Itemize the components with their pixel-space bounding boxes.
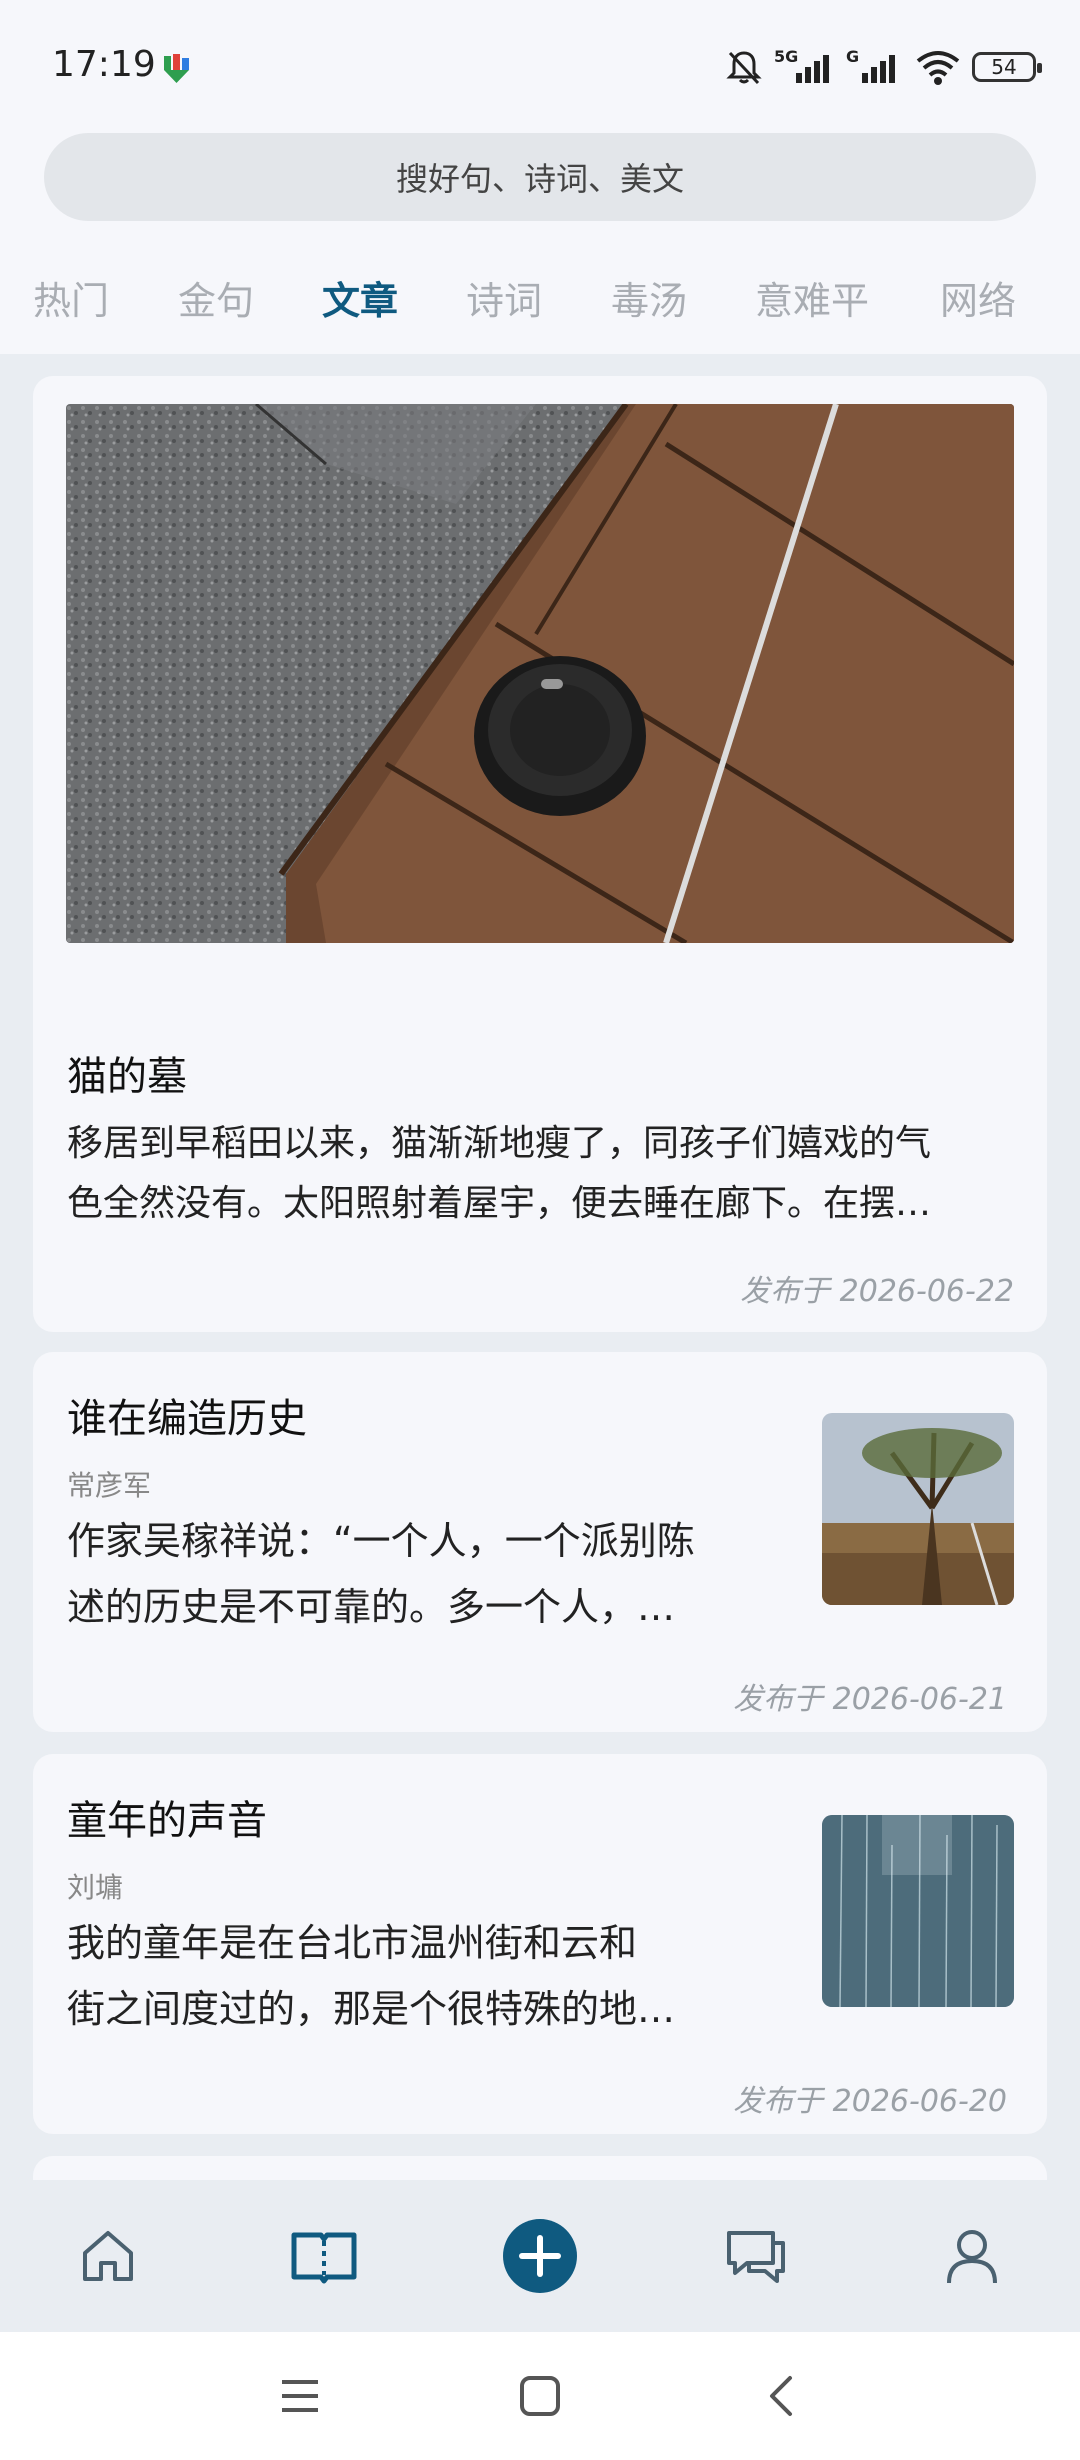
- battery-icon: 54: [972, 52, 1042, 82]
- article-excerpt: 我的童年是在台北市温州街和云和 街之间度过的，那是个很特殊的地…: [67, 1921, 676, 2031]
- category-tabs: 热门 金句 文章 诗词 毒汤 意难平 网络: [0, 270, 1080, 340]
- nav-messages[interactable]: [696, 2180, 816, 2332]
- search-input[interactable]: 搜好句、诗词、美文: [44, 133, 1036, 221]
- article-title: 谁在编造历史: [67, 1396, 307, 1442]
- mute-bell-icon: [726, 51, 762, 85]
- tab-poison-soup[interactable]: 毒汤: [611, 270, 687, 325]
- cell-signal-g-icon: G: [846, 47, 904, 87]
- article-card[interactable]: 谁在编造历史 常彦军 作家吴稼祥说：“一个人，一个派别陈 述的历史是不可靠的。多…: [33, 1352, 1047, 1732]
- article-title: 童年的声音: [67, 1798, 267, 1844]
- wifi-icon: [916, 51, 960, 85]
- tab-regret[interactable]: 意难平: [755, 270, 869, 325]
- add-icon: [503, 2219, 577, 2293]
- chat-icon: [727, 2231, 785, 2283]
- article-thumbnail: [822, 1413, 1014, 1605]
- article-card-featured[interactable]: 猫的墓 移居到早稻田以来，猫渐渐地瘦了，同孩子们嬉戏的气 色全然没有。太阳照射着…: [33, 376, 1047, 1332]
- article-title: 猫的墓: [67, 1054, 187, 1100]
- system-back-button[interactable]: [748, 2364, 812, 2428]
- tab-articles[interactable]: 文章: [322, 270, 398, 325]
- article-date: 发布于 2026-06-22: [740, 1274, 1014, 1309]
- tab-hot[interactable]: 热门: [33, 270, 109, 325]
- nav-add[interactable]: [480, 2180, 600, 2332]
- article-card-partial[interactable]: [33, 2156, 1047, 2180]
- system-navigation-bar: [0, 2332, 1080, 2460]
- menu-icon: [282, 2380, 318, 2412]
- status-bar: 17:19 5G G 54: [0, 0, 1080, 130]
- bottom-navigation: [0, 2180, 1080, 2332]
- tab-quotes[interactable]: 金句: [178, 270, 254, 325]
- download-notification-icon: [164, 54, 189, 83]
- article-date: 发布于 2026-06-21: [733, 1682, 1007, 1717]
- article-excerpt: 移居到早稻田以来，猫渐渐地瘦了，同孩子们嬉戏的气 色全然没有。太阳照射着屋宇，便…: [67, 1123, 932, 1224]
- home-icon: [83, 2231, 133, 2281]
- article-cover-image: [66, 404, 1014, 943]
- article-date: 发布于 2026-06-20: [733, 2084, 1007, 2119]
- article-author: 常彦军: [67, 1469, 152, 1502]
- article-author: 刘墉: [67, 1871, 124, 1904]
- article-thumbnail: [822, 1815, 1014, 2007]
- book-icon: [291, 2232, 357, 2284]
- back-chevron-icon: [770, 2376, 792, 2416]
- system-menu-button[interactable]: [268, 2364, 332, 2428]
- nav-home[interactable]: [48, 2180, 168, 2332]
- system-home-button[interactable]: [508, 2364, 572, 2428]
- article-excerpt: 作家吴稼祥说：“一个人，一个派别陈 述的历史是不可靠的。多一个人，…: [67, 1519, 695, 1629]
- nav-profile[interactable]: [912, 2180, 1032, 2332]
- article-list: 猫的墓 移居到早稻田以来，猫渐渐地瘦了，同孩子们嬉戏的气 色全然没有。太阳照射着…: [0, 354, 1080, 2180]
- profile-icon: [947, 2230, 997, 2284]
- article-card[interactable]: 童年的声音 刘墉 我的童年是在台北市温州街和云和 街之间度过的，那是个很特殊的地…: [33, 1754, 1047, 2134]
- tab-internet[interactable]: 网络: [940, 270, 1016, 325]
- square-icon: [520, 2376, 560, 2416]
- cell-signal-5g-icon: 5G: [774, 47, 836, 87]
- status-time: 17:19: [52, 44, 156, 85]
- status-icons: 5G G 54: [724, 42, 1042, 92]
- tab-poetry[interactable]: 诗词: [466, 270, 542, 325]
- nav-reading[interactable]: [264, 2180, 384, 2332]
